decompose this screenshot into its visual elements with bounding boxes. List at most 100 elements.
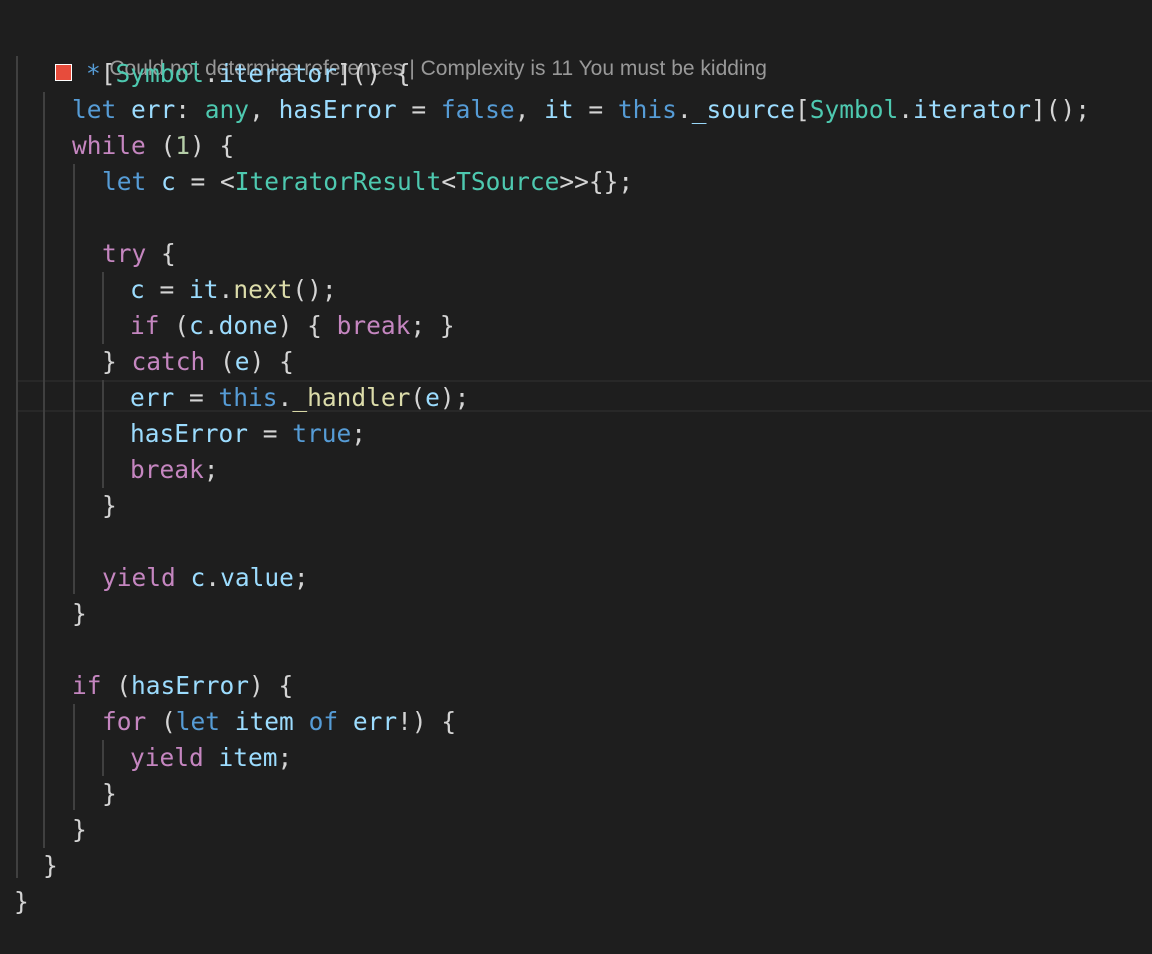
- code-token: =: [573, 95, 618, 124]
- code-token: (: [205, 347, 235, 376]
- code-line[interactable]: }: [14, 884, 29, 920]
- code-token: Symbol: [115, 59, 205, 88]
- code-token: try: [102, 239, 147, 268]
- indent-guide: [102, 272, 104, 344]
- code-token: 1: [175, 131, 191, 160]
- code-token: ,: [514, 95, 545, 124]
- code-line[interactable]: }: [102, 488, 117, 524]
- indent-guide: [16, 56, 18, 878]
- code-token: Symbol: [809, 95, 899, 124]
- code-token: err: [131, 95, 176, 124]
- code-token: value: [220, 563, 294, 592]
- code-token: false: [440, 95, 515, 124]
- code-token: .: [898, 95, 914, 124]
- code-token: true: [292, 419, 352, 448]
- code-token: break: [130, 455, 204, 484]
- code-line[interactable]: try {: [102, 236, 176, 272]
- code-token: TSource: [456, 167, 560, 196]
- code-editor[interactable]: Could not determine references | Complex…: [0, 0, 1152, 954]
- code-token: of: [308, 707, 339, 736]
- code-line[interactable]: }: [72, 812, 87, 848]
- code-token: ;: [277, 743, 293, 772]
- code-token: next: [233, 275, 293, 304]
- code-token: err: [130, 383, 175, 412]
- code-line[interactable]: }: [43, 848, 58, 884]
- code-token: this: [617, 95, 677, 124]
- code-token: c: [161, 167, 176, 196]
- code-token: this: [218, 383, 278, 412]
- code-token: ();: [292, 275, 337, 304]
- code-token: <: [441, 167, 457, 196]
- code-token: _handler: [292, 383, 411, 412]
- code-token: IteratorResult: [234, 167, 442, 196]
- code-token: .: [277, 383, 293, 412]
- code-line[interactable]: if (c.done) { break; }: [130, 308, 455, 344]
- code-line[interactable]: while (1) {: [72, 128, 234, 164]
- code-token: c: [189, 311, 204, 340]
- code-token: item: [234, 707, 294, 736]
- code-token: =: [396, 95, 441, 124]
- code-token: done: [218, 311, 278, 340]
- code-token: _source: [691, 95, 795, 124]
- code-token: it: [544, 95, 574, 124]
- code-line[interactable]: break;: [130, 452, 219, 488]
- code-line[interactable]: yield c.value;: [102, 560, 309, 596]
- code-token: =: [144, 275, 190, 304]
- breakpoint-icon[interactable]: [55, 64, 72, 81]
- code-token: .: [204, 59, 219, 88]
- code-token: ,: [249, 95, 279, 124]
- code-token: catch: [131, 347, 206, 376]
- code-token: any: [204, 95, 250, 124]
- code-token: (: [145, 131, 176, 160]
- code-line[interactable]: let c = <IteratorResult<TSource>>{};: [102, 164, 633, 200]
- code-token: ]() {: [336, 59, 411, 88]
- code-token: =: [174, 383, 219, 412]
- code-token: (: [101, 671, 132, 700]
- code-token: e: [234, 347, 250, 376]
- code-token: item: [218, 743, 278, 772]
- code-token: }: [14, 887, 29, 916]
- code-line[interactable]: hasError = true;: [130, 416, 366, 452]
- code-token: ) {: [277, 311, 337, 340]
- code-token: ]();: [1031, 95, 1091, 124]
- indent-guide: [43, 92, 45, 848]
- code-token: (: [410, 383, 426, 412]
- code-token: hasError: [278, 95, 397, 124]
- code-line[interactable]: }: [72, 596, 87, 632]
- code-token: hasError: [131, 671, 250, 700]
- codelens-complexity[interactable]: Complexity is 11 You must be kidding: [421, 57, 767, 80]
- code-token: ;: [351, 419, 367, 448]
- code-line[interactable]: if (hasError) {: [72, 668, 293, 704]
- code-token: ;: [203, 455, 219, 484]
- code-line[interactable]: yield item;: [130, 740, 292, 776]
- code-line[interactable]: c = it.next();: [130, 272, 337, 308]
- code-token: >>{};: [559, 167, 634, 196]
- code-line[interactable]: err = this._handler(e);: [130, 380, 469, 416]
- code-token: if: [130, 311, 160, 340]
- code-token: }: [72, 815, 87, 844]
- code-line[interactable]: *[Symbol.iterator]() {: [55, 56, 411, 92]
- code-token: yield: [102, 563, 176, 592]
- code-token: ) {: [249, 671, 294, 700]
- code-token: {: [146, 239, 176, 268]
- code-token: let: [72, 95, 132, 124]
- code-line[interactable]: }: [102, 776, 117, 812]
- code-token: while: [72, 131, 146, 160]
- indent-guide: [102, 740, 104, 776]
- code-token: *: [86, 59, 101, 88]
- code-line[interactable]: } catch (e) {: [102, 344, 294, 380]
- code-token: for: [102, 707, 147, 736]
- code-token: c: [130, 275, 145, 304]
- code-token: ) {: [249, 347, 294, 376]
- code-line[interactable]: for (let item of err!) {: [102, 704, 456, 740]
- code-token: iterator: [913, 95, 1032, 124]
- code-token: break: [336, 311, 411, 340]
- code-line[interactable]: let err: any, hasError = false, it = thi…: [72, 92, 1090, 128]
- code-token: .: [218, 275, 234, 304]
- code-token: ; }: [410, 311, 455, 340]
- indent-guide: [73, 164, 75, 594]
- code-token: .: [205, 563, 221, 592]
